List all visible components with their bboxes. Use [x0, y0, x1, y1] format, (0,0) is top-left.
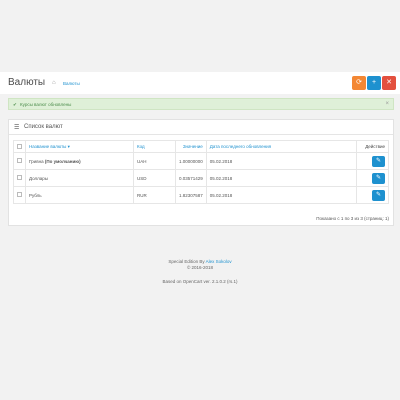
alert-message: Курсы валют обновлены [20, 102, 72, 107]
add-currency-button[interactable]: + [367, 76, 381, 90]
sort-desc-icon: ▾ [67, 143, 70, 149]
currency-value-cell: 1.00000000 [175, 152, 207, 170]
footer-version: Based on OpenCart ver. 2.1.0.2 (rs.1) [162, 279, 238, 284]
currency-table: Название валюты ▾ Код Значение Дата посл… [13, 140, 390, 204]
currency-value-cell: 0.03571429 [175, 169, 207, 187]
edit-pencil-icon[interactable]: ✎ [372, 189, 385, 201]
currency-code-cell: USD [133, 169, 176, 187]
currency-name-cell: Гривна (По умолчанию) [25, 152, 134, 170]
check-circle-icon: ✔ [13, 102, 17, 107]
edit-pencil-icon[interactable]: ✎ [372, 172, 385, 184]
page-header [0, 72, 400, 94]
edit-pencil-icon[interactable]: ✎ [372, 155, 385, 167]
row-checkbox[interactable] [13, 186, 26, 204]
row-checkbox[interactable] [13, 152, 26, 170]
column-header-name[interactable]: Название валюты ▾ [25, 140, 134, 153]
column-header-action: Действие [355, 140, 390, 153]
table-row: Рубль RUR 1.82307587 05.02.2018 ✎ [13, 186, 390, 204]
breadcrumb-link[interactable]: Валюты [63, 81, 80, 86]
currency-code-cell: UAH [133, 152, 176, 170]
page-title: Валюты [8, 77, 46, 88]
currency-date-cell: 05.02.2018 [205, 186, 357, 204]
currency-name-cell: Рубль [25, 186, 134, 204]
success-alert: ✔ Курсы валют обновлены × [8, 98, 394, 110]
panel-title: Список валют [24, 124, 63, 130]
panel-heading: ☰ Список валют [9, 120, 393, 135]
footer-author-link[interactable]: Alex Sokolov [206, 259, 232, 264]
close-alert-icon[interactable]: × [385, 101, 389, 107]
currency-code-cell: RUR [133, 186, 176, 204]
column-header-value[interactable]: Значение [175, 140, 207, 153]
table-row: Доллары USD 0.03571429 05.02.2018 ✎ [13, 169, 390, 187]
currency-list-panel: ☰ Список валют Название валюты ▾ Код Зна… [8, 119, 394, 226]
table-row: Гривна (По умолчанию) UAH 1.00000000 05.… [13, 152, 390, 170]
currency-value-cell: 1.82307587 [175, 186, 207, 204]
delete-currency-button[interactable]: ✕ [382, 76, 396, 90]
default-badge: (По умолчанию) [44, 158, 81, 164]
currency-date-cell: 05.02.2018 [205, 169, 357, 187]
row-checkbox[interactable] [13, 169, 26, 187]
column-header-code[interactable]: Код [133, 140, 176, 153]
refresh-rates-button[interactable]: ⟳ [352, 76, 366, 90]
column-header-date[interactable]: Дата последнего обновления [205, 140, 357, 153]
pagination-text: Показано с 1 по 3 из 3 (страниц: 1) [316, 216, 389, 221]
footer-edition-text: Special Edition By [168, 259, 205, 264]
list-icon: ☰ [14, 125, 20, 131]
footer: Special Edition By Alex Sokolov © 2016-2… [0, 259, 400, 285]
top-band [0, 0, 400, 72]
currency-name-cell: Доллары [25, 169, 134, 187]
home-icon[interactable]: ⌂ [52, 80, 56, 86]
select-all-checkbox[interactable] [13, 140, 26, 153]
currency-date-cell: 05.02.2018 [205, 152, 357, 170]
